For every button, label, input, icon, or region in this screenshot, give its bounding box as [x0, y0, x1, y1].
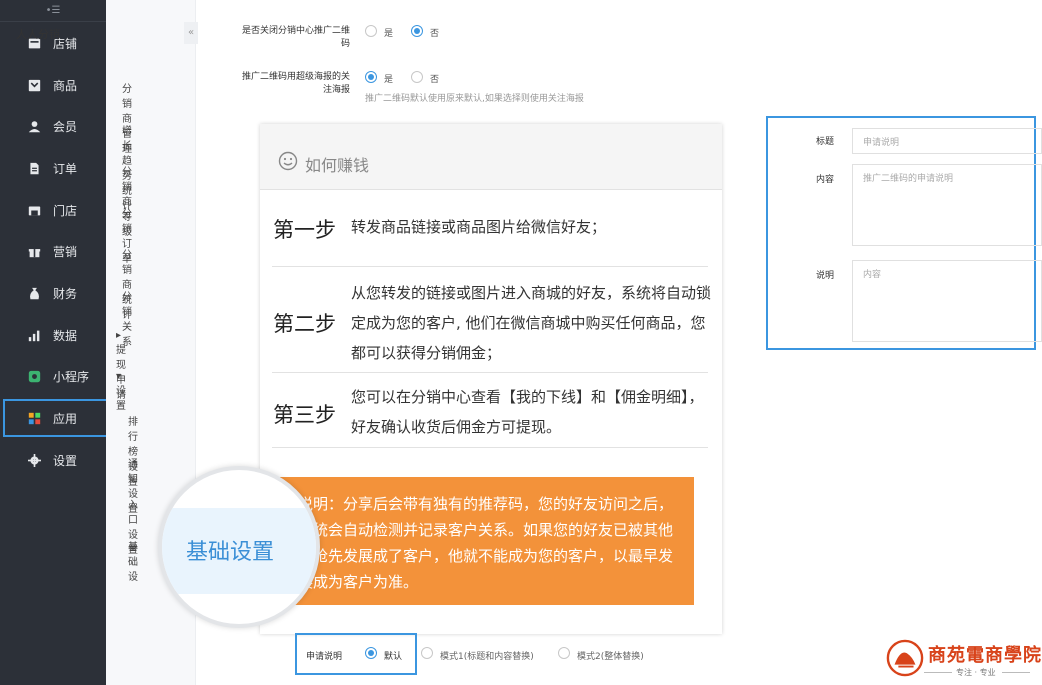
sidebar-item-label: 订单	[53, 161, 78, 176]
content-textarea[interactable]: 推广二维码的申请说明	[852, 164, 1042, 246]
sidebar-item-mini-program[interactable]: 小程序	[0, 358, 106, 394]
divider	[272, 447, 708, 448]
bar-chart-icon	[27, 328, 41, 342]
sidebar-item-label: 商品	[53, 78, 78, 93]
apply-mode-label: 申请说明	[306, 652, 343, 662]
mini-program-icon	[27, 369, 41, 383]
super-poster-no-radio[interactable]	[411, 71, 423, 83]
close-qrcode-yes-radio[interactable]	[365, 25, 377, 37]
sidebar-item-order[interactable]: 订单	[0, 150, 106, 186]
magnified-label: 基础设置	[186, 540, 275, 565]
logo-emblem-icon	[886, 639, 924, 677]
sidebar-item-label: 门店	[53, 203, 78, 218]
collapse-button[interactable]: «	[184, 22, 198, 44]
sidebar-item-label: 设置	[53, 453, 78, 468]
step-2-text: 从您转发的链接或图片进入商城的好友，系统将自动锁定成为您的客户, 他们在微信商城…	[351, 284, 712, 362]
super-poster-label: 推广二维码用超级海报的关注海报	[241, 72, 350, 95]
sidebar-item-member[interactable]: 会员	[0, 108, 106, 144]
mode-default-radio[interactable]	[365, 647, 377, 659]
desc-textarea[interactable]: 内容	[852, 260, 1042, 342]
step-3-label: 第三步	[273, 403, 336, 427]
sidebar-item-settings[interactable]: 设置	[0, 442, 106, 478]
apply-description-panel: 标题 申请说明 内容 推广二维码的申请说明 说明 内容	[766, 116, 1042, 350]
sidebar-item-finance[interactable]: 财务	[0, 275, 106, 311]
mode-2-radio[interactable]	[558, 647, 570, 659]
preview-title: 如何赚钱	[305, 156, 370, 175]
subnav-item-basic-settings[interactable]: 基础设	[128, 538, 138, 583]
mode-1-radio[interactable]	[421, 647, 433, 659]
sidebar-item-label: 营销	[53, 244, 78, 259]
sidebar-item-label: 数据	[53, 328, 78, 343]
close-qrcode-label: 是否关闭分销中心推广二维码	[241, 26, 350, 49]
radio-label: 默认	[384, 652, 403, 662]
super-poster-hint: 推广二维码默认使用原来默认,如果选择则使用关注海报	[365, 94, 584, 104]
desc-label: 说明	[816, 271, 835, 281]
title-input[interactable]: 申请说明	[852, 128, 1042, 154]
title-label: 标题	[816, 137, 835, 147]
logo-text: 商苑電商學院	[928, 645, 1042, 666]
sidebar-item-label: 会员	[53, 119, 78, 134]
logo-divider	[924, 672, 952, 673]
active-item-highlight	[3, 399, 111, 437]
step-1-text: 转发商品链接或商品图片给微信好友；	[351, 218, 607, 236]
goods-icon	[27, 78, 41, 92]
preview-header: 如何赚钱	[260, 124, 722, 190]
radio-label: 模式2(整体替换)	[577, 652, 644, 662]
sidebar-item-shop[interactable]: 门店	[0, 192, 106, 228]
sidebar-item-marketing[interactable]: 营销	[0, 233, 106, 269]
gift-icon	[27, 244, 41, 258]
smile-icon	[278, 151, 298, 171]
divider	[272, 266, 708, 267]
super-poster-yes-radio[interactable]	[365, 71, 377, 83]
subnav-item-settings-group[interactable]: ▾ 设置	[116, 371, 126, 412]
logo-slogan: 专注 · 专业	[956, 668, 996, 677]
radio-label: 模式1(标题和内容替换)	[440, 652, 534, 662]
order-icon	[27, 161, 41, 175]
how-to-earn-preview: 如何赚钱 第一步 转发商品链接或商品图片给微信好友； 第二步 从您转发的链接或图…	[260, 124, 722, 634]
user-icon	[27, 119, 41, 133]
content-label: 内容	[816, 175, 835, 185]
divider	[272, 372, 708, 373]
subnav-title: 人人分销	[16, 28, 60, 41]
radio-label: 否	[430, 75, 440, 85]
money-bag-icon	[27, 286, 41, 300]
sidebar-item-goods[interactable]: 商品	[0, 67, 106, 103]
radio-label: 否	[430, 29, 440, 39]
shop-icon	[27, 203, 41, 217]
step-3-text: 您可以在分销中心查看【我的下线】和【佣金明细】，好友确认收货后佣金方可提现。	[351, 388, 704, 436]
academy-logo: 商苑電商學院 专注 · 专业	[884, 637, 1042, 685]
magnifier-callout: 基础设置	[158, 466, 320, 628]
sidebar-menu-toggle[interactable]: •☰	[0, 0, 106, 22]
note-box: 说明：分享后会带有独有的推荐码，您的好友访问之后，系统会自动检测并记录客户关系。…	[280, 477, 694, 605]
step-1-label: 第一步	[273, 218, 336, 242]
close-qrcode-no-radio[interactable]	[411, 25, 423, 37]
gear-icon	[27, 453, 41, 467]
radio-label: 是	[384, 75, 394, 85]
radio-label: 是	[384, 29, 394, 39]
sidebar-item-label: 小程序	[53, 369, 90, 384]
step-2-label: 第二步	[273, 312, 336, 336]
sidebar-item-label: 财务	[53, 286, 78, 301]
sidebar-item-data[interactable]: 数据	[0, 317, 106, 353]
logo-divider	[1002, 672, 1030, 673]
